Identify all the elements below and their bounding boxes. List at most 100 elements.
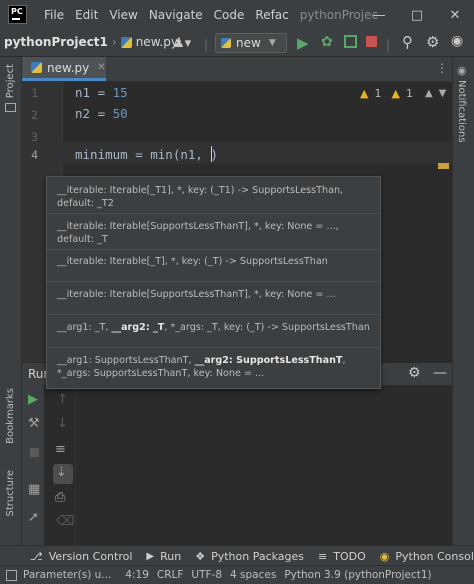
breadcrumb-project[interactable]: pythonProject1 bbox=[4, 35, 108, 49]
search-icon[interactable]: ⚲ bbox=[402, 33, 413, 51]
pycharm-logo: PC bbox=[8, 5, 27, 24]
tab-label: TODO bbox=[333, 549, 366, 563]
next-highlight-icon[interactable]: ▼ bbox=[439, 88, 447, 99]
parameter-info-popup: __iterable: Iterable[_T1], *, key: (_T1)… bbox=[46, 176, 381, 389]
run-tab[interactable]: ▶ Run bbox=[146, 550, 181, 563]
dropdown-arrow-icon: ▼ bbox=[268, 38, 276, 48]
code-line-1[interactable]: n1 = 15 bbox=[75, 85, 128, 100]
todo-icon: ≡ bbox=[318, 549, 328, 563]
breadcrumb: pythonProject1 › new.py bbox=[4, 35, 178, 49]
close-window-button[interactable]: ✕ bbox=[436, 0, 474, 30]
signature-1[interactable]: __iterable: Iterable[_T1], *, key: (_T1)… bbox=[57, 184, 375, 210]
tab-label: Python Packages bbox=[211, 549, 305, 563]
project-tool-button[interactable]: Project bbox=[5, 64, 16, 98]
code-op: = bbox=[90, 106, 113, 121]
signature-3[interactable]: __iterable: Iterable[_T], *, key: (_T) -… bbox=[57, 255, 375, 268]
indent-setting[interactable]: 4 spaces bbox=[230, 569, 276, 581]
signature-separator bbox=[47, 314, 380, 315]
menu-file[interactable]: File bbox=[44, 8, 64, 22]
breadcrumb-separator-icon: › bbox=[111, 35, 117, 49]
run-config-label: new bbox=[236, 36, 261, 50]
code-var: n2 bbox=[75, 106, 91, 121]
pin-icon[interactable]: ➚ bbox=[28, 510, 39, 525]
version-control-tab[interactable]: ⎇ Version Control bbox=[30, 550, 132, 563]
notifications-tool-button[interactable]: Notifications bbox=[456, 80, 467, 143]
code-op: = bbox=[90, 85, 113, 100]
file-encoding[interactable]: UTF-8 bbox=[191, 569, 222, 581]
stop-run-icon[interactable] bbox=[30, 448, 39, 457]
menu-edit[interactable]: Edit bbox=[75, 8, 98, 22]
python-tab-icon bbox=[31, 62, 42, 73]
python-console-tab[interactable]: ◉ Python Consol bbox=[380, 550, 474, 563]
coverage-icon[interactable] bbox=[344, 35, 357, 48]
minimize-button[interactable]: — bbox=[360, 0, 398, 30]
warning-count: 1 bbox=[374, 87, 382, 100]
run-tool-window bbox=[22, 363, 452, 546]
tab-label: new.py bbox=[47, 60, 90, 75]
run-config-selector[interactable]: new ▼ bbox=[215, 33, 287, 53]
scroll-down-icon[interactable]: ↓ bbox=[57, 416, 68, 431]
folder-icon bbox=[5, 103, 16, 112]
menu-refactor[interactable]: Refac bbox=[255, 8, 288, 22]
jetbrains-logo-icon[interactable]: ◉ bbox=[451, 33, 463, 49]
current-parameter: __arg2: _T bbox=[111, 322, 165, 333]
line-number: 2 bbox=[31, 108, 38, 122]
line-number: 1 bbox=[31, 86, 38, 100]
tab-label: Version Control bbox=[48, 549, 133, 563]
trash-icon[interactable]: ⌫ bbox=[56, 514, 74, 529]
rerun-icon[interactable]: ▶ bbox=[28, 392, 38, 407]
run-icon[interactable]: ▶ bbox=[297, 34, 309, 52]
code-line-4[interactable]: minimum = min(n1, ) bbox=[75, 147, 218, 162]
hide-tool-window-icon[interactable]: — bbox=[433, 365, 447, 381]
scroll-to-end-icon[interactable]: ⇣ bbox=[56, 465, 67, 480]
tab-menu-icon[interactable]: ⋮ bbox=[436, 61, 448, 75]
menu-view[interactable]: View bbox=[109, 8, 137, 22]
packages-icon: ❖ bbox=[195, 549, 206, 563]
maximize-button[interactable]: □ bbox=[398, 0, 436, 30]
python-packages-tab[interactable]: ❖ Python Packages bbox=[195, 550, 304, 563]
menu-code[interactable]: Code bbox=[214, 8, 245, 22]
layout-icon[interactable]: ▦ bbox=[28, 482, 40, 497]
structure-tool-button[interactable]: Structure bbox=[5, 470, 16, 517]
menu-navigate[interactable]: Navigate bbox=[149, 8, 203, 22]
run-settings-gear-icon[interactable]: ⚙ bbox=[408, 365, 421, 381]
todo-tab[interactable]: ≡ TODO bbox=[318, 550, 366, 563]
caret-position[interactable]: 4:19 bbox=[125, 569, 149, 581]
signature-4[interactable]: __iterable: Iterable[SupportsLessThanT],… bbox=[57, 288, 375, 301]
signature-separator bbox=[47, 249, 380, 250]
notifications-bell-icon: ◉ bbox=[457, 64, 467, 77]
python-config-icon bbox=[221, 38, 231, 48]
bookmarks-tool-button[interactable]: Bookmarks bbox=[5, 388, 16, 444]
previous-highlight-icon[interactable]: ▲ bbox=[425, 88, 433, 99]
user-icon[interactable]: ♟▾ bbox=[173, 36, 191, 51]
print-icon[interactable]: ⎙ bbox=[55, 490, 65, 505]
wrench-icon[interactable]: ⚒ bbox=[28, 416, 40, 431]
console-icon: ◉ bbox=[379, 549, 390, 563]
signature-5[interactable]: __arg1: _T, __arg2: _T, *_args: _T, key:… bbox=[57, 321, 375, 334]
soft-wrap-icon[interactable]: ≡ bbox=[55, 442, 66, 457]
tab-new-py[interactable]: new.py ✕ bbox=[22, 57, 106, 81]
code-number: 50 bbox=[112, 106, 128, 121]
window-controls: — □ ✕ bbox=[360, 0, 474, 30]
inspection-widget[interactable]: ▲ 1 ▲ 1 ▲ ▼ bbox=[360, 87, 446, 100]
settings-gear-icon[interactable]: ⚙ bbox=[426, 33, 439, 51]
stop-icon[interactable] bbox=[366, 36, 377, 47]
toolbar-divider-2: | bbox=[386, 38, 391, 52]
debug-icon[interactable]: ✿ bbox=[321, 34, 333, 50]
weak-warning-icon: ▲ bbox=[391, 87, 400, 100]
signature-6[interactable]: __arg1: SupportsLessThanT, __arg2: Suppo… bbox=[57, 354, 375, 380]
close-tab-icon[interactable]: ✕ bbox=[97, 62, 105, 73]
breadcrumb-file[interactable]: new.py bbox=[136, 35, 178, 49]
warning-icon: ▲ bbox=[360, 87, 369, 100]
toolbar-divider: | bbox=[204, 38, 209, 52]
branch-icon: ⎇ bbox=[30, 549, 43, 563]
signature-separator bbox=[47, 281, 380, 282]
error-stripe-marker bbox=[438, 163, 449, 169]
tab-label: Python Consol bbox=[395, 549, 474, 563]
line-separator[interactable]: CRLF bbox=[157, 569, 184, 581]
scroll-up-icon[interactable]: ↑ bbox=[57, 392, 68, 407]
code-line-2[interactable]: n2 = 50 bbox=[75, 106, 128, 121]
status-toggle-icon[interactable] bbox=[6, 569, 17, 581]
python-interpreter[interactable]: Python 3.9 (pythonProject1) bbox=[284, 569, 431, 581]
signature-2[interactable]: __iterable: Iterable[SupportsLessThanT],… bbox=[57, 220, 375, 246]
